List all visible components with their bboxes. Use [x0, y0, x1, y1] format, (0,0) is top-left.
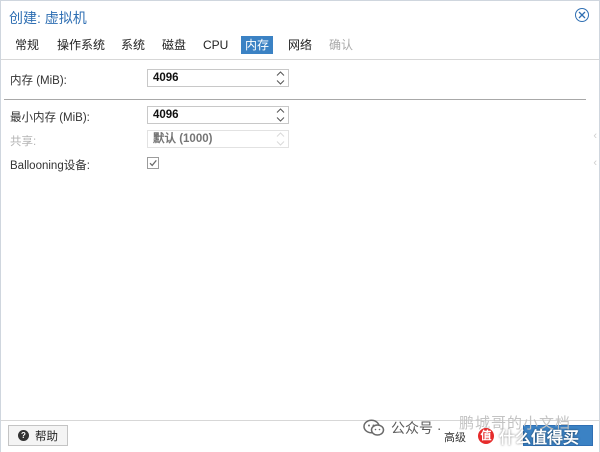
- tab-general[interactable]: 常规: [11, 36, 43, 54]
- tab-cpu[interactable]: CPU: [199, 36, 232, 54]
- chevron-up-icon: [276, 132, 284, 137]
- close-icon[interactable]: [575, 8, 589, 22]
- scroll-hint-icon: ‹: [593, 157, 597, 169]
- chevron-up-icon[interactable]: [276, 71, 285, 76]
- wechat-watermark: 公众号 ·: [363, 418, 442, 438]
- min-memory-spinner: [147, 106, 289, 124]
- min-memory-spin-arrows[interactable]: [275, 108, 285, 122]
- question-icon: ?: [18, 430, 29, 441]
- smzdm-watermark: 值 什么值得买: [478, 424, 579, 448]
- tab-network[interactable]: 网络: [284, 36, 316, 54]
- memory-spinner: [147, 69, 289, 87]
- ballooning-label: Ballooning设备:: [10, 160, 90, 172]
- min-memory-input[interactable]: [148, 107, 270, 123]
- ballooning-checkbox[interactable]: [147, 157, 159, 169]
- create-vm-dialog: 创建: 虚拟机 常规 操作系统 系统 磁盘 CPU 内存 网络 确认 内存 (M…: [0, 0, 600, 452]
- memory-panel: 内存 (MiB): 最小内存 (MiB): 共享: Balloo: [1, 60, 599, 420]
- tab-memory[interactable]: 内存: [241, 36, 274, 54]
- wechat-watermark-text: 公众号 ·: [391, 420, 442, 436]
- checkmark-icon: [149, 159, 157, 167]
- scroll-hint-icon: ‹: [593, 130, 597, 142]
- tab-os[interactable]: 操作系统: [53, 36, 109, 54]
- tab-disks[interactable]: 磁盘: [158, 36, 190, 54]
- tab-confirm: 确认: [329, 38, 354, 52]
- memory-spin-arrows[interactable]: [275, 71, 285, 85]
- smzdm-logo-icon: 值: [478, 428, 494, 444]
- section-divider: [4, 99, 586, 100]
- smzdm-watermark-text: 什么值得买: [499, 430, 580, 447]
- memory-label: 内存 (MiB):: [10, 75, 67, 87]
- memory-input[interactable]: [148, 70, 270, 86]
- wechat-logo-icon: [363, 419, 385, 436]
- chevron-down-icon[interactable]: [276, 117, 285, 122]
- shares-spin-arrows: [275, 132, 285, 146]
- chevron-down-icon[interactable]: [276, 80, 285, 85]
- shares-input: [148, 131, 270, 147]
- help-button-label: 帮助: [35, 430, 58, 443]
- chevron-up-icon[interactable]: [276, 108, 285, 113]
- help-button[interactable]: ? 帮助: [8, 425, 68, 446]
- min-memory-label: 最小内存 (MiB):: [10, 112, 90, 124]
- shares-label: 共享:: [10, 136, 37, 148]
- shares-spinner: [147, 130, 289, 148]
- wizard-tabs: 常规 操作系统 系统 磁盘 CPU 内存 网络 确认: [1, 31, 599, 60]
- tab-system[interactable]: 系统: [117, 36, 149, 54]
- dialog-title: 创建: 虚拟机: [9, 10, 87, 26]
- dialog-titlebar: 创建: 虚拟机: [1, 1, 599, 31]
- chevron-down-icon: [276, 141, 284, 146]
